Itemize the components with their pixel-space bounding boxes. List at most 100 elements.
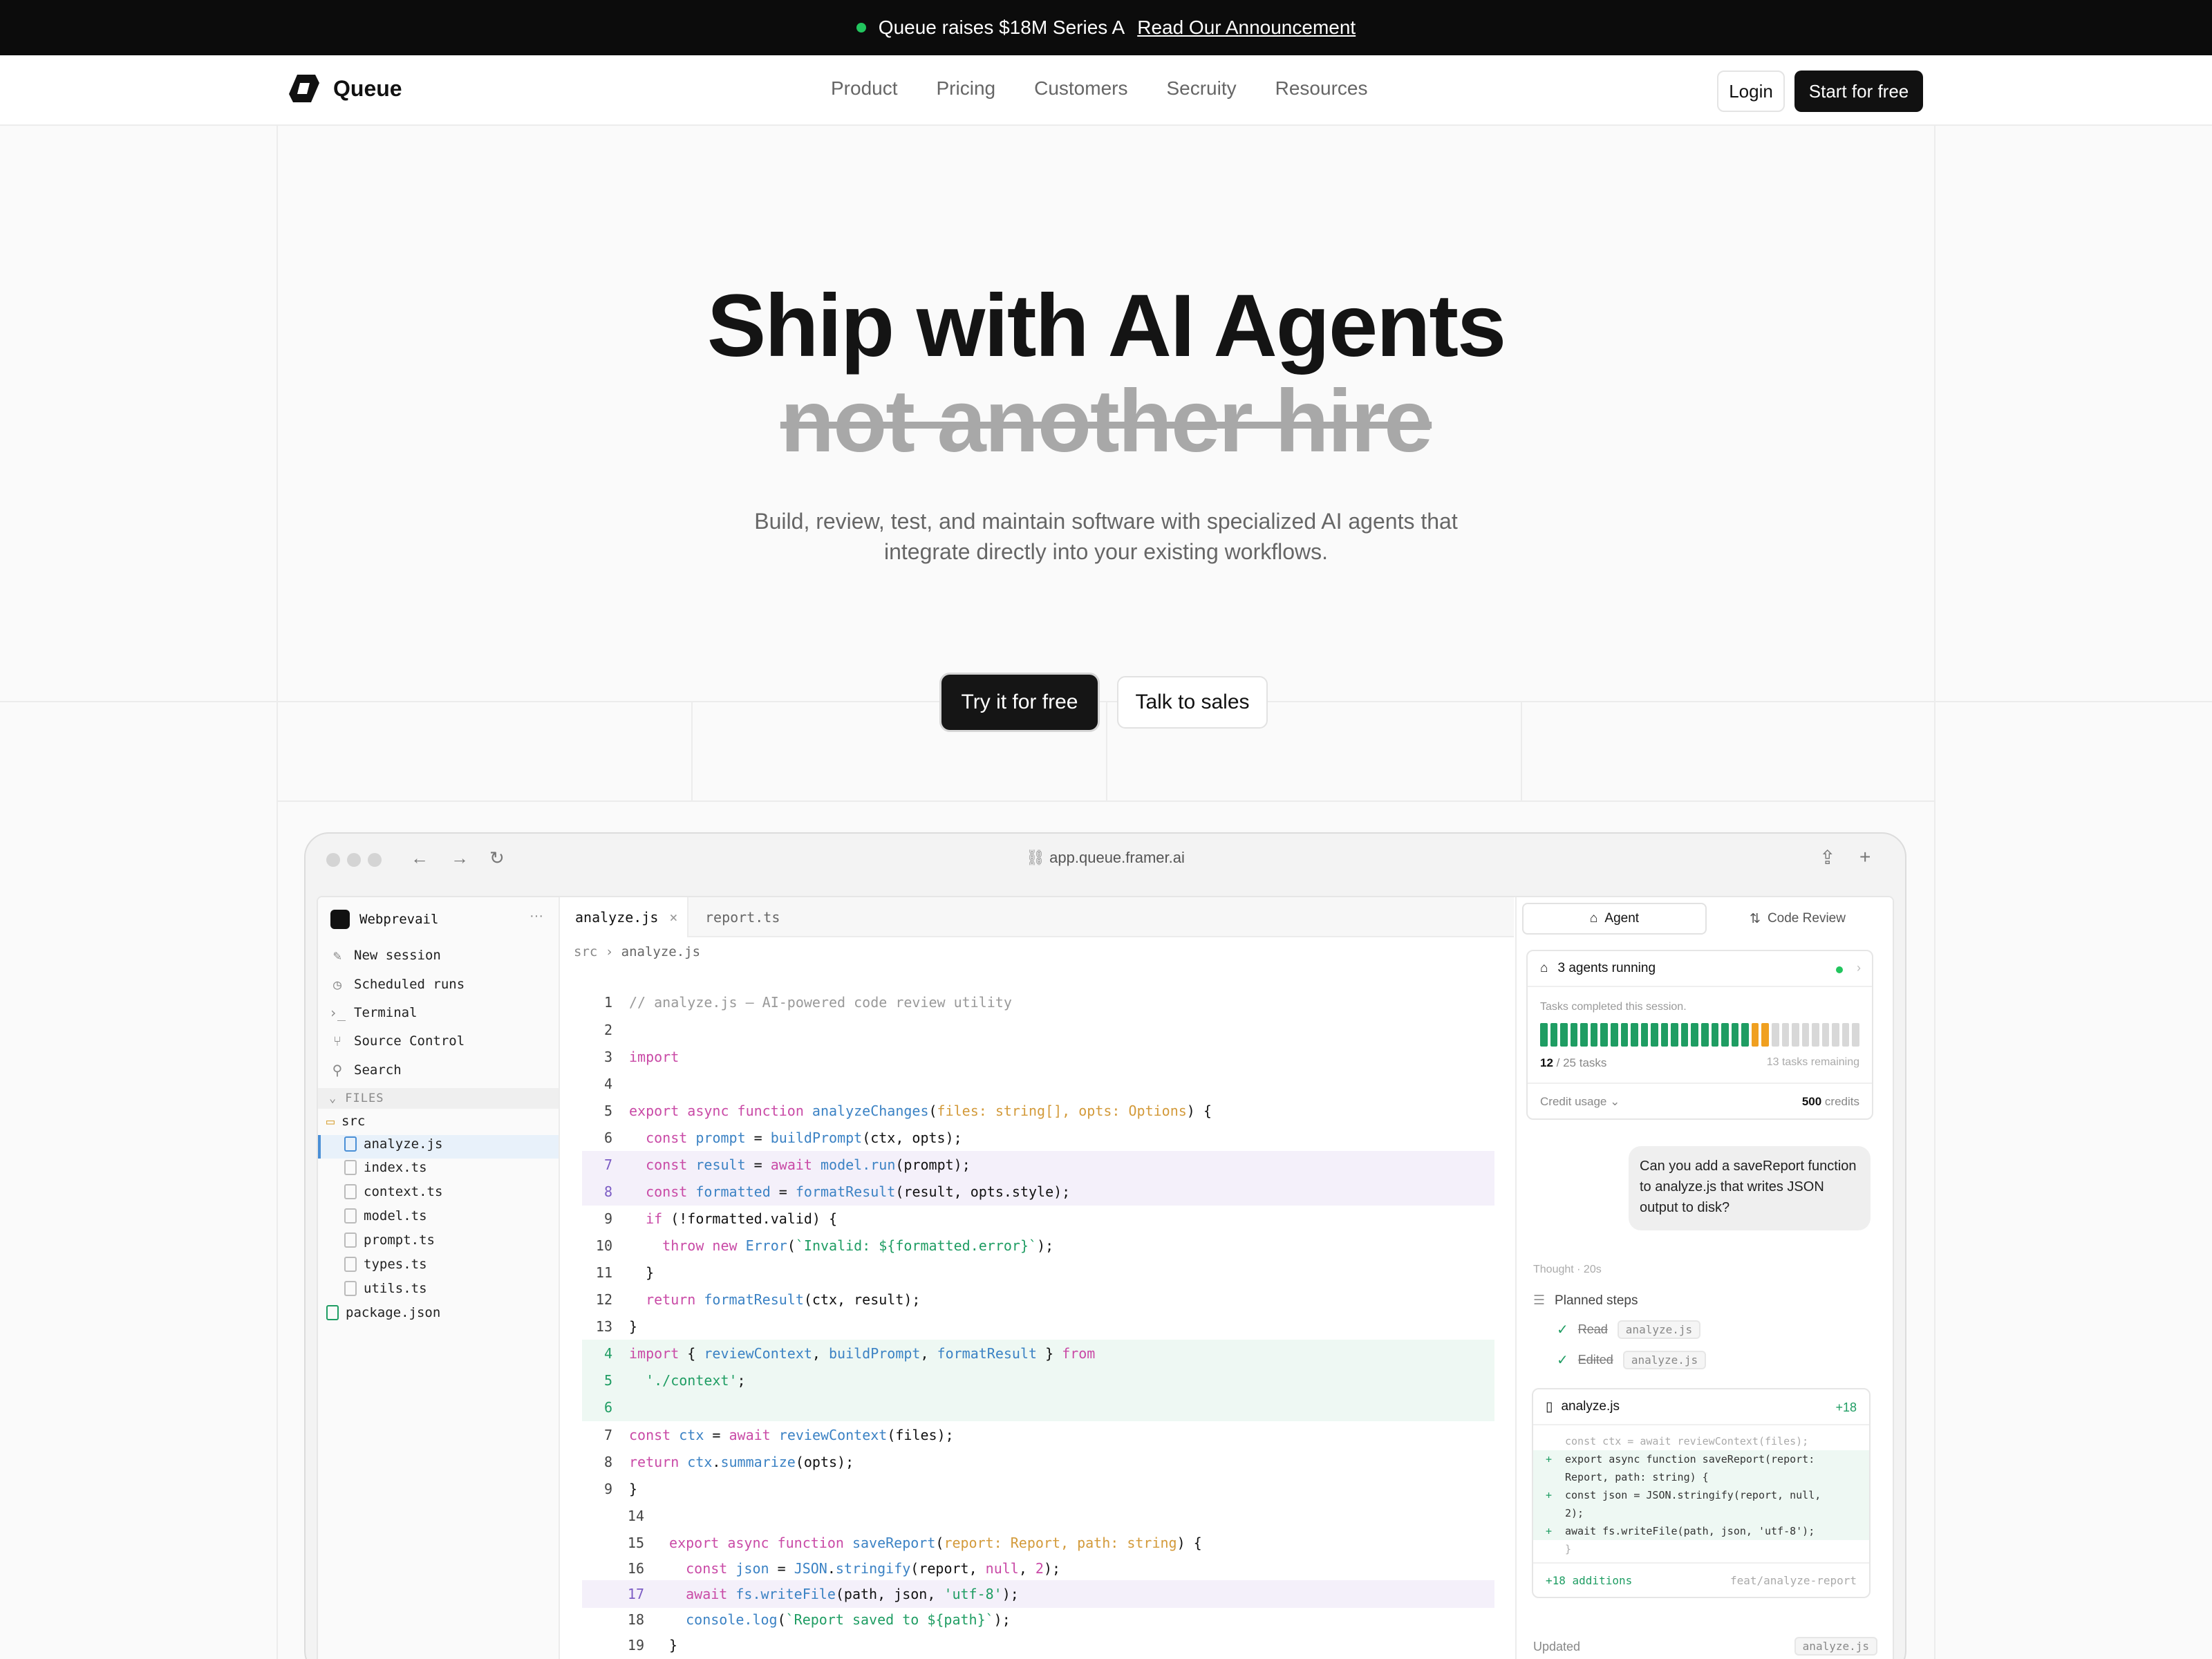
file-index-ts[interactable]: index.ts — [344, 1160, 427, 1175]
app-sidebar: Webprevail ··· ✎ New session ◷ Scheduled r… — [318, 897, 560, 1659]
new-tab-plus-icon[interactable]: + — [1859, 846, 1871, 868]
tab-analyze-js[interactable]: analyze.js × — [561, 897, 688, 937]
queue-logo-icon — [288, 72, 321, 105]
file-types-ts[interactable]: types.ts — [344, 1257, 427, 1272]
diff-header: ▯ analyze.js +18 — [1533, 1389, 1869, 1425]
file-icon: ▯ — [1546, 1399, 1553, 1414]
diff-line: + export async function saveReport(report… — [1533, 1450, 1869, 1468]
breadcrumb-file[interactable]: analyze.js — [621, 944, 700, 959]
code-line: 9 if (!formatted.valid) { — [603, 1210, 838, 1227]
code-line: 7 const result = await model.run(prompt)… — [582, 1151, 1494, 1179]
file-analyze-js[interactable]: analyze.js — [344, 1136, 442, 1152]
nav-link-security[interactable]: Secruity — [1166, 77, 1236, 100]
search-icon: ⚲ — [332, 1062, 343, 1078]
tab-code-review[interactable]: ⇅ Code Review — [1707, 903, 1888, 935]
login-button[interactable]: Login — [1717, 71, 1785, 112]
more-icon[interactable]: ··· — [529, 908, 543, 924]
progress-segment — [1731, 1023, 1739, 1047]
sidebar-item-source-control[interactable]: ⑂ Source Control — [329, 1033, 465, 1049]
sidebar-item-label: Scheduled runs — [354, 977, 465, 992]
start-free-button[interactable]: Start for free — [1794, 71, 1923, 112]
code-line: 15 export async function saveReport(repo… — [627, 1535, 1202, 1551]
file-label: context.ts — [364, 1184, 443, 1199]
list-icon: ☰ — [1533, 1293, 1546, 1308]
code-line: 14 — [627, 1508, 644, 1524]
code-line: 5 './context'; — [582, 1367, 1494, 1394]
code-line: 8 return ctx.summarize(opts); — [603, 1454, 854, 1470]
progress-segment — [1751, 1023, 1759, 1047]
try-free-button[interactable]: Try it for free — [941, 675, 1098, 730]
tab-label: report.ts — [705, 909, 780, 926]
sidebar-item-scheduled-runs[interactable]: ◷ Scheduled runs — [329, 976, 465, 993]
file-package-json[interactable]: package.json — [326, 1305, 440, 1320]
workspace-switcher[interactable]: Webprevail — [330, 910, 438, 929]
file-model-ts[interactable]: model.ts — [344, 1208, 427, 1224]
progress-segment — [1640, 1023, 1649, 1047]
tab-label: Agent — [1604, 911, 1640, 926]
tasks-label: Tasks completed this session. — [1540, 1001, 1687, 1013]
url-bar[interactable]: ⛓ app.queue.framer.ai — [306, 849, 1905, 867]
progress-segment — [1781, 1023, 1790, 1047]
announcement-link[interactable]: Read Our Announcement — [1137, 17, 1356, 39]
browser-chrome: ← → ↻ ⛓ app.queue.framer.ai ⇪ + — [306, 834, 1905, 881]
updated-file-chip[interactable]: analyze.js — [1794, 1637, 1877, 1656]
thought-duration[interactable]: Thought · 20s — [1533, 1264, 1602, 1276]
planned-steps-label: Planned steps — [1555, 1293, 1638, 1308]
file-prompt-ts[interactable]: prompt.ts — [344, 1232, 435, 1248]
folder-src[interactable]: ▭ src — [326, 1113, 365, 1130]
frame-line — [276, 800, 1936, 802]
file-chip[interactable]: analyze.js — [1617, 1320, 1701, 1339]
nav-link-customers[interactable]: Customers — [1034, 77, 1127, 100]
file-utils-ts[interactable]: utils.ts — [344, 1281, 427, 1296]
announcement-bar: Queue raises $18M Series A Read Our Anno… — [0, 0, 2212, 55]
file-context-ts[interactable]: context.ts — [344, 1184, 442, 1199]
progress-segment — [1741, 1023, 1749, 1047]
tab-agent[interactable]: ⌂ Agent — [1522, 903, 1707, 935]
brand-logo[interactable]: Queue — [288, 72, 402, 105]
nav-link-pricing[interactable]: Pricing — [937, 77, 996, 100]
diff-card[interactable]: ▯ analyze.js +18 const ctx = await revie… — [1532, 1388, 1871, 1598]
pull-request-icon: ⇅ — [1750, 911, 1761, 926]
file-icon — [344, 1232, 357, 1248]
breadcrumb: src › analyze.js — [574, 944, 701, 959]
folder-icon: ▭ — [326, 1113, 335, 1130]
sidebar-item-search[interactable]: ⚲ Search — [329, 1062, 402, 1078]
tasks-total: / 25 tasks — [1556, 1056, 1607, 1069]
file-label: index.ts — [364, 1160, 427, 1175]
agents-status-card[interactable]: ⌂ 3 agents running › Tasks completed thi… — [1526, 950, 1873, 1120]
progress-segment — [1680, 1023, 1689, 1047]
code-line: 4 import { reviewContext, buildPrompt, fo… — [582, 1340, 1494, 1367]
file-label: utils.ts — [364, 1281, 427, 1296]
close-icon[interactable]: × — [669, 909, 677, 926]
brand-name: Queue — [333, 75, 402, 101]
sidebar-item-new-session[interactable]: ✎ New session — [329, 947, 441, 964]
file-chip[interactable]: analyze.js — [1622, 1351, 1707, 1369]
breadcrumb-dir[interactable]: src — [574, 944, 597, 959]
sidebar-item-label: Terminal — [354, 1005, 418, 1020]
terminal-icon: ›_ — [329, 1004, 346, 1021]
credit-usage-row[interactable]: Credit usage ⌄ 500 credits — [1528, 1082, 1872, 1120]
nav-link-resources[interactable]: Resources — [1275, 77, 1368, 100]
progress-segment — [1812, 1023, 1819, 1047]
nav-links: Product Pricing Customers Secruity Resou… — [831, 77, 1367, 100]
tab-report-ts[interactable]: report.ts — [691, 897, 794, 937]
files-section-header[interactable]: ⌄ FILES — [318, 1088, 559, 1109]
diff-line-text: export async function saveReport(report: — [1565, 1453, 1815, 1465]
file-label: analyze.js — [364, 1136, 443, 1152]
sidebar-item-terminal[interactable]: ›_ Terminal — [329, 1004, 418, 1021]
code-line: 6 const prompt = buildPrompt(ctx, opts); — [603, 1130, 962, 1146]
progress-segment — [1671, 1023, 1678, 1047]
editor-tabs: analyze.js × report.ts — [561, 897, 1514, 937]
tasks-remaining: 13 tasks remaining — [1766, 1056, 1859, 1068]
progress-segment — [1600, 1023, 1608, 1047]
share-icon[interactable]: ⇪ — [1819, 846, 1835, 869]
step-label: Read — [1577, 1322, 1608, 1336]
step-edited: ✓ Edited analyze.js — [1557, 1351, 1707, 1369]
chevron-right-icon: › — [1857, 961, 1861, 975]
talk-to-sales-button[interactable]: Talk to sales — [1117, 676, 1268, 729]
nav-link-product[interactable]: Product — [831, 77, 898, 100]
hero-title: Ship with AI Agents — [706, 276, 1506, 375]
diff-line-text: const json = JSON.stringify(report, null… — [1565, 1489, 1821, 1501]
folder-label: src — [341, 1114, 366, 1129]
diff-filename: analyze.js — [1561, 1399, 1620, 1414]
